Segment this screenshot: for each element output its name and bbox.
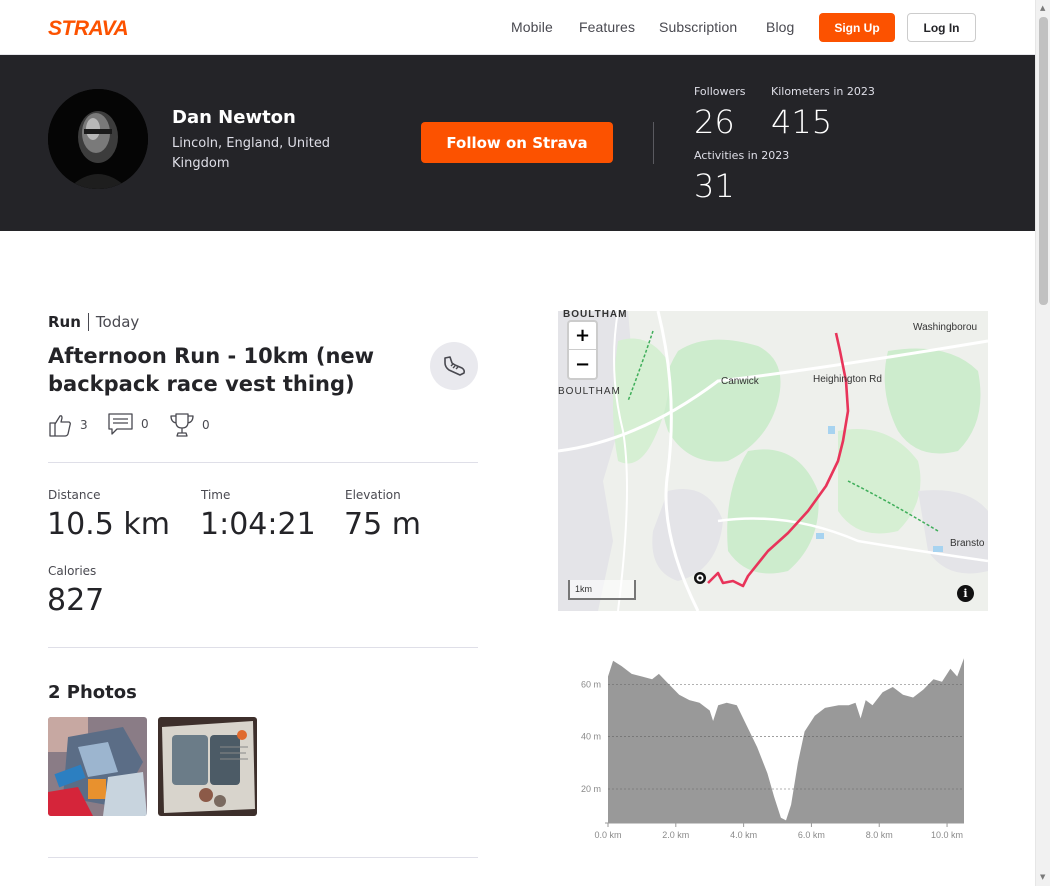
comments-count: 0 <box>141 417 149 431</box>
scroll-down-arrow[interactable]: ▼ <box>1040 873 1045 881</box>
map-canvas <box>558 311 988 611</box>
kilometers-label: Kilometers in 2023 <box>771 85 875 98</box>
divider <box>653 122 654 164</box>
avatar[interactable] <box>48 89 148 189</box>
activity-date: Today <box>95 313 140 331</box>
followers-value: 26 <box>694 103 735 141</box>
nav-link-blog[interactable]: Blog <box>766 19 794 35</box>
x-tick-label: 8.0 km <box>866 830 893 840</box>
calories-label: Calories <box>48 564 97 578</box>
route-map[interactable] <box>558 311 988 611</box>
x-tick-label: 0.0 km <box>594 830 621 840</box>
follow-button[interactable]: Follow on Strava <box>421 122 613 163</box>
divider <box>87 313 89 331</box>
divider <box>48 462 478 463</box>
map-label-canwick: Canwick <box>721 376 759 387</box>
comment-icon <box>108 413 133 435</box>
map-scale: 1km <box>568 580 636 600</box>
map-label-heighington-rd: Heighington Rd <box>813 374 882 385</box>
time-label: Time <box>201 488 231 502</box>
divider <box>48 647 478 648</box>
y-tick-label: 20 m <box>581 784 601 794</box>
distance-value: 10.5 km <box>47 507 170 542</box>
strava-logo[interactable]: STRAVA <box>48 17 144 37</box>
activities-value: 31 <box>694 167 735 205</box>
distance-label: Distance <box>48 488 101 502</box>
athlete-name[interactable]: Dan Newton <box>172 107 296 128</box>
map-label-washingborough: Washingborou <box>913 322 978 333</box>
photo-image <box>158 717 257 816</box>
nav-link-features[interactable]: Features <box>579 19 635 35</box>
shoe-button[interactable] <box>430 342 478 390</box>
x-tick-label: 6.0 km <box>798 830 825 840</box>
log-in-button[interactable]: Log In <box>907 13 976 42</box>
activity-type-row: Run Today <box>48 313 139 331</box>
activity-type: Run <box>48 313 81 331</box>
shoe-icon <box>444 356 466 376</box>
elevation-chart: 20 m 40 m 60 m 0.0 km 2.0 km 4.0 km 6.0 km 8.0 … <box>581 658 964 840</box>
comments-button[interactable]: 0 <box>108 412 149 436</box>
photos-heading: 2 Photos <box>48 682 137 703</box>
avatar-photo <box>48 89 148 189</box>
x-tick-label: 10.0 km <box>931 830 963 840</box>
map-label-boultham-2: BOULTHAM <box>558 386 621 397</box>
elevation-area <box>608 658 964 823</box>
activity-photo-1[interactable] <box>48 717 147 816</box>
map-label-branston: Bransto <box>950 538 985 549</box>
kudos-count: 3 <box>80 418 88 432</box>
info-icon[interactable]: i <box>957 585 974 602</box>
athlete-header: Dan Newton Lincoln, England, United King… <box>0 55 1035 231</box>
athlete-location: Lincoln, England, United Kingdom <box>172 136 331 171</box>
nav-link-subscription[interactable]: Subscription <box>659 19 737 35</box>
x-tick-label: 4.0 km <box>730 830 757 840</box>
scroll-thumb[interactable] <box>1039 17 1048 305</box>
time-value: 1:04:21 <box>200 507 316 542</box>
scrollbar[interactable]: ▲ ▼ <box>1035 0 1050 886</box>
divider <box>48 857 478 858</box>
sign-up-button[interactable]: Sign Up <box>819 13 895 42</box>
nav-link-mobile[interactable]: Mobile <box>511 19 553 35</box>
elevation-label: Elevation <box>345 488 401 502</box>
activity-title: Afternoon Run - 10km (new backpack race … <box>48 344 375 396</box>
y-tick-label: 60 m <box>581 679 601 689</box>
activity-photo-2[interactable] <box>158 717 257 816</box>
kilometers-value: 415 <box>771 103 833 141</box>
zoom-out-button[interactable]: − <box>569 350 596 378</box>
achievements-button[interactable]: 0 <box>169 412 210 438</box>
elevation-value: 75 m <box>344 507 421 542</box>
followers-label: Followers <box>694 85 746 98</box>
activities-label: Activities in 2023 <box>694 149 790 162</box>
achievements-count: 0 <box>202 418 210 432</box>
photo-image <box>48 717 147 816</box>
svg-text:STRAVA: STRAVA <box>48 17 128 37</box>
top-nav: STRAVA Mobile Features Subscription Blog… <box>0 0 1035 55</box>
kudos-button[interactable]: 3 <box>48 412 88 438</box>
x-tick-label: 2.0 km <box>662 830 689 840</box>
calories-value: 827 <box>47 583 105 618</box>
map-label-boultham: BOULTHAM <box>563 309 628 320</box>
scroll-up-arrow[interactable]: ▲ <box>1040 4 1045 12</box>
y-tick-label: 40 m <box>581 732 601 742</box>
zoom-in-button[interactable]: + <box>569 322 596 350</box>
thumbs-up-icon <box>49 415 71 437</box>
trophy-icon <box>170 413 194 437</box>
zoom-control: + − <box>567 320 598 380</box>
